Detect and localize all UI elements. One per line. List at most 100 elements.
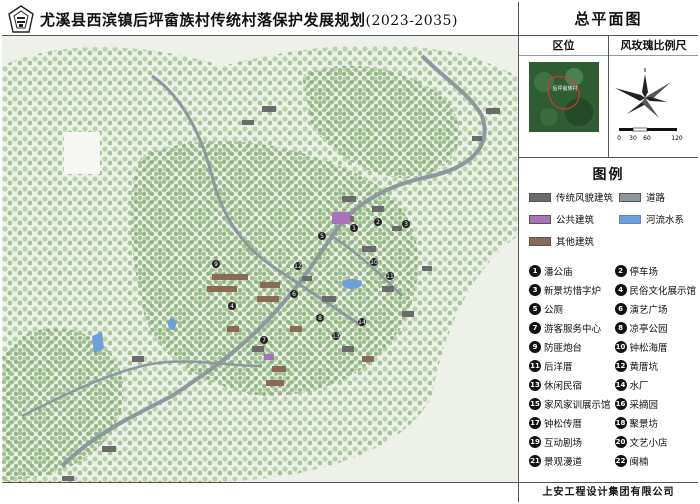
poi-number-icon: 12	[614, 360, 627, 372]
poi-number-icon: 1	[529, 265, 541, 277]
legend-item-traditional-building: 传统风貌建筑	[529, 190, 613, 204]
poi-label: 聚景坊	[629, 419, 659, 430]
footer-strip	[2, 482, 518, 502]
svg-text:10: 10	[370, 259, 378, 266]
poi-item: 16 采摘园	[614, 397, 697, 411]
open-field	[64, 132, 100, 174]
svg-text:8: 8	[318, 315, 322, 322]
legend-symbols: 传统风貌建筑 道路 公共建筑 河流水系 其他建筑	[519, 188, 698, 258]
location-map: 后坪畲族村	[528, 62, 599, 132]
poi-item: 9 防匪炮台	[529, 340, 611, 354]
poi-number-icon: 22	[614, 455, 627, 467]
poi-label: 黄厝坑	[629, 362, 659, 373]
poi-item: 22 闽楠	[614, 454, 697, 468]
poi-number-icon: 14	[614, 379, 627, 391]
ethnic-emblem-icon	[8, 5, 34, 33]
poi-label: 钟松传厝	[544, 419, 583, 430]
svg-text:9: 9	[214, 261, 218, 268]
compass-box: 风玫瑰比例尺 0 30 60 120	[608, 36, 698, 157]
poi-item: 10 钟松海厝	[614, 340, 697, 354]
poi-item: 15 家风家训展示馆	[529, 397, 611, 411]
svg-text:2: 2	[376, 219, 380, 226]
legend-title: 图例	[592, 167, 625, 183]
location-box: 区位 后坪畲族村	[519, 36, 608, 157]
svg-text:3: 3	[404, 221, 408, 228]
scale-tick: 60	[643, 135, 651, 142]
poi-item: 1 潘公庙	[529, 264, 611, 278]
poi-label: 公厕	[544, 305, 564, 316]
poi-item: 12 黄厝坑	[614, 359, 697, 373]
legend-label: 公共建筑	[556, 215, 595, 226]
company-footer: 上安工程设计集团有限公司	[518, 482, 698, 502]
svg-text:1: 1	[352, 225, 356, 232]
poi-item: 8 凉亭公园	[614, 321, 697, 335]
poi-label: 民俗文化展示馆	[629, 286, 697, 297]
poi-item: 18 聚景坊	[614, 416, 697, 430]
svg-text:6: 6	[292, 291, 296, 298]
poi-number-icon: 6	[614, 303, 627, 315]
poi-number-icon: 21	[529, 455, 541, 467]
poi-label: 家风家训展示馆	[544, 400, 611, 411]
master-plan-map[interactable]: 1 2 3 4 5 6 7 8 9 10 11 12 13 14	[2, 36, 518, 482]
road-swatch	[619, 192, 641, 202]
poi-item: 11 后洋厝	[529, 359, 611, 373]
title-text: 尤溪县西滨镇后坪畲族村传统村落保护发展规划	[40, 11, 366, 29]
poi-label: 凉亭公园	[629, 324, 668, 335]
svg-text:14: 14	[358, 319, 366, 326]
poi-item: 19 互动剧场	[529, 435, 611, 449]
legend-panel: 总平面图 区位 后坪畲族村 风玫瑰比例尺 0 30 60 120 图例 传统风貌…	[518, 2, 698, 482]
poi-label: 演艺广场	[629, 305, 668, 316]
other-building-swatch	[529, 236, 551, 246]
svg-text:13: 13	[332, 333, 340, 340]
traditional-building-swatch	[529, 192, 551, 202]
legend-label: 河流水系	[646, 215, 685, 226]
legend-item-other-building: 其他建筑	[529, 234, 594, 248]
poi-label: 休闲民宿	[544, 381, 583, 392]
site-plan-drawing: 1 2 3 4 5 6 7 8 9 10 11 12 13 14	[2, 36, 518, 482]
locator-caption: 后坪畲族村	[552, 85, 577, 92]
svg-text:4: 4	[230, 303, 234, 310]
page-title: 尤溪县西滨镇后坪畲族村传统村落保护发展规划(2023-2035)	[40, 9, 458, 30]
poi-label: 文艺小店	[629, 438, 668, 449]
scale-bar: 0 30 60 120	[617, 127, 683, 142]
poi-number-icon: 5	[529, 303, 541, 315]
poi-number-icon: 3	[529, 284, 541, 296]
poi-label: 景观漫道	[544, 457, 583, 468]
poi-number-icon: 8	[614, 322, 627, 334]
poi-label: 采摘园	[629, 400, 659, 411]
poi-label: 闽楠	[629, 457, 649, 468]
wind-rose-icon: 0 30 60 120	[614, 68, 683, 142]
poi-label: 防匪炮台	[544, 343, 583, 354]
poi-item: 5 公厕	[529, 302, 611, 316]
poi-number-icon: 18	[614, 417, 627, 429]
poi-label: 停车场	[629, 267, 659, 278]
compass-label: 风玫瑰比例尺	[609, 36, 698, 56]
poi-item: 6 演艺广场	[614, 302, 697, 316]
poi-label: 游客服务中心	[544, 324, 602, 335]
pond	[342, 279, 362, 289]
poi-number-icon: 15	[529, 398, 541, 410]
scale-tick: 0	[617, 135, 621, 142]
poi-number-icon: 2	[614, 265, 627, 277]
scale-tick: 30	[629, 135, 637, 142]
poi-number-icon: 19	[529, 436, 541, 448]
legend-label: 传统风貌建筑	[556, 193, 614, 204]
poi-item: 3 新景坊惜字炉	[529, 283, 611, 297]
poi-list: 1 潘公庙 2 停车场 3 新景坊惜字炉 4 民俗文化展示馆 5 公厕 6 演艺广场 7 游客…	[519, 258, 698, 468]
satellite-locator-image: 后坪畲族村	[528, 62, 599, 132]
poi-item: 7 游客服务中心	[529, 321, 611, 335]
legend-item-road: 道路	[619, 190, 665, 204]
legend-label: 道路	[646, 193, 666, 204]
legend-label: 其他建筑	[556, 237, 595, 248]
scale-tick: 120	[671, 135, 683, 142]
legend-item-water: 河流水系	[619, 212, 684, 226]
title-years: (2023-2035)	[365, 13, 458, 29]
legend-item-public-building: 公共建筑	[529, 212, 594, 226]
poi-label: 互动剧场	[544, 438, 583, 449]
location-label: 区位	[519, 36, 608, 56]
poi-label: 潘公庙	[544, 267, 573, 278]
poi-item: 4 民俗文化展示馆	[614, 283, 697, 297]
sheet-title: 总平面图	[519, 2, 698, 36]
svg-text:7: 7	[262, 337, 266, 344]
poi-label: 水厂	[629, 381, 649, 392]
